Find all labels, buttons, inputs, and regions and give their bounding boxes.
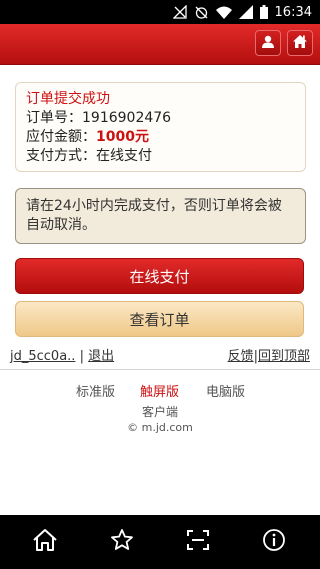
pay-method-value: 在线支付 [96, 148, 152, 164]
signal-off-icon [172, 5, 187, 19]
status-bar: 16:34 [0, 0, 320, 24]
status-time: 16:34 [274, 4, 312, 20]
separator: | [79, 349, 84, 364]
nav-home-button[interactable] [30, 527, 60, 557]
view-order-label: 查看订单 [129, 310, 190, 329]
mobile-signal-icon [238, 5, 253, 19]
feedback-link[interactable]: 反馈 [228, 349, 254, 364]
copyright-text: © m.jd.com [127, 421, 193, 434]
amount-label: 应付金额： [26, 129, 96, 145]
client-link[interactable]: 客户端 [0, 403, 320, 420]
nav-info-button[interactable] [259, 527, 289, 557]
home-icon [292, 34, 308, 53]
order-number-row: 订单号：1916902476 [26, 109, 295, 128]
payment-notice-box: 请在24小时内完成支付，否则订单将会被自动取消。 [15, 188, 306, 244]
footer-version-links: 标准版 触屏版 电脑版 [0, 381, 320, 400]
pay-method-row: 支付方式：在线支付 [26, 147, 295, 166]
back-to-top-link[interactable]: 回到顶部 [258, 349, 310, 364]
home-button[interactable] [287, 30, 313, 56]
bottom-nav-bar [0, 515, 320, 569]
pay-online-button[interactable]: 在线支付 [15, 258, 304, 294]
logout-link[interactable]: 退出 [88, 349, 114, 364]
divider [0, 369, 320, 370]
standard-version-link[interactable]: 标准版 [76, 381, 115, 400]
battery-icon [259, 5, 268, 19]
user-icon [261, 34, 275, 53]
order-info-box: 订单提交成功 订单号：1916902476 应付金额：1000元 支付方式：在线… [15, 82, 306, 172]
pc-version-link[interactable]: 电脑版 [206, 381, 245, 400]
home-icon [32, 528, 58, 556]
payment-notice-text: 请在24小时内完成支付，否则订单将会被自动取消。 [26, 198, 282, 233]
star-icon [110, 528, 134, 556]
user-button[interactable] [255, 30, 281, 56]
amount-value: 1000元 [96, 129, 149, 145]
info-icon [262, 528, 286, 556]
username-link[interactable]: jd_5cc0a.. [10, 349, 75, 364]
wifi-icon [215, 6, 232, 19]
alarm-off-icon [194, 5, 209, 20]
order-number-value: 1916902476 [82, 110, 172, 126]
nav-scan-button[interactable] [183, 527, 213, 557]
order-number-label: 订单号： [26, 110, 82, 126]
pay-method-label: 支付方式： [26, 148, 96, 164]
amount-row: 应付金额：1000元 [26, 128, 295, 147]
touch-version-link[interactable]: 触屏版 [140, 381, 179, 400]
nav-favorites-button[interactable] [107, 527, 137, 557]
header-bar [0, 24, 320, 65]
scan-icon [186, 529, 210, 555]
user-bar: jd_5cc0a.. | 退出 反馈|回到顶部 [10, 345, 310, 364]
order-success-text: 订单提交成功 [26, 91, 110, 107]
view-order-button[interactable]: 查看订单 [15, 301, 304, 337]
pay-online-label: 在线支付 [129, 267, 190, 286]
